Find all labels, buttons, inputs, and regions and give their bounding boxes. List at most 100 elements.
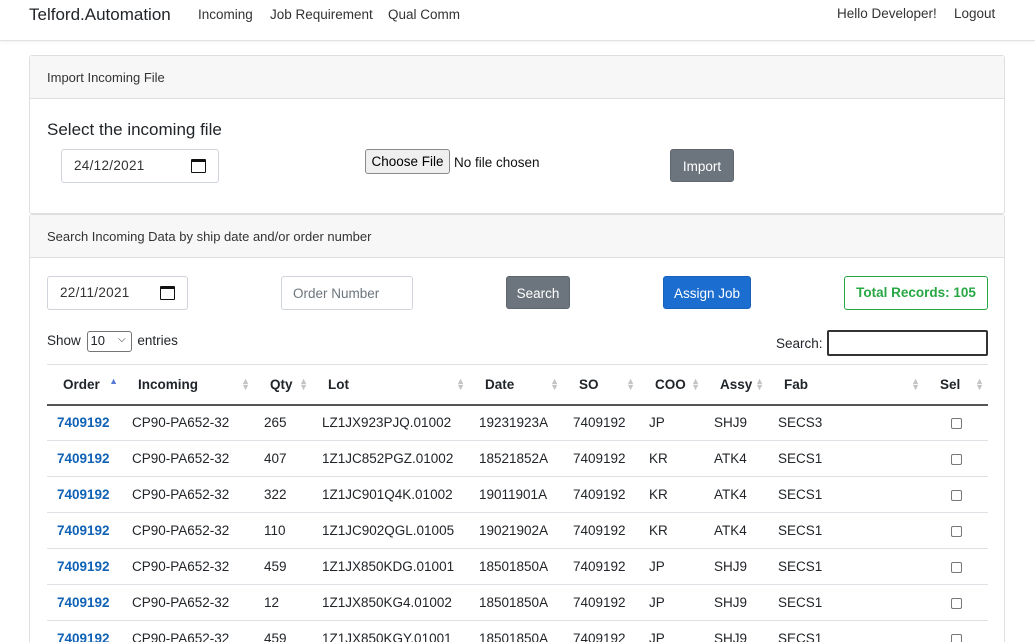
column-header-order[interactable]: Order ▲ xyxy=(47,364,122,406)
row-select-checkbox[interactable] xyxy=(950,561,962,573)
ship-date-input[interactable]: 22/11/2021 xyxy=(47,276,188,310)
order-cell: 7409192 xyxy=(47,512,122,549)
fab-cell: SECS1 xyxy=(768,620,924,642)
column-header-date[interactable]: Date ▲ ▼ xyxy=(469,364,563,406)
coo-cell: JP xyxy=(639,548,704,585)
total-records-badge: Total Records: 105 xyxy=(844,276,988,310)
select-cell xyxy=(924,440,988,477)
incoming-cell: CP90-PA652-32 xyxy=(122,476,254,513)
order-cell: 7409192 xyxy=(47,584,122,621)
lot-cell: 1Z1JC902QGL.01005 xyxy=(312,512,469,549)
qty-cell: 110 xyxy=(254,512,312,549)
qty-cell: 12 xyxy=(254,584,312,621)
table-row: 7409192 CP90-PA652-32 459 1Z1JX850KGY.01001… xyxy=(47,620,988,642)
coo-cell: KR xyxy=(639,512,704,549)
date-cell: 19231923A xyxy=(469,404,563,441)
table-row: 7409192 CP90-PA652-32 12 1Z1JX850KG4.01002 1… xyxy=(47,584,988,621)
assy-cell: SHJ9 xyxy=(704,584,768,621)
nav-link-job-requirement[interactable]: Job Requirement xyxy=(270,7,373,22)
incoming-cell: CP90-PA652-32 xyxy=(122,440,254,477)
qty-cell: 459 xyxy=(254,620,312,642)
table-row: 7409192 CP90-PA652-32 322 1Z1JC901Q4K.01002… xyxy=(47,476,988,513)
table-search-label: Search: xyxy=(776,336,823,351)
order-link[interactable]: 7409192 xyxy=(57,559,110,574)
order-number-input[interactable]: Order Number xyxy=(281,276,413,310)
row-select-checkbox[interactable] xyxy=(950,633,962,642)
select-cell xyxy=(924,476,988,513)
file-status-text: No file chosen xyxy=(454,155,540,170)
calendar-icon[interactable] xyxy=(160,286,175,300)
nav-link-qual-comm[interactable]: Qual Comm xyxy=(388,7,460,22)
lot-cell: LZ1JX923PJQ.01002 xyxy=(312,404,469,441)
chevron-down-icon: ⌵ xyxy=(117,334,126,345)
coo-cell: JP xyxy=(639,584,704,621)
order-link[interactable]: 7409192 xyxy=(57,415,110,430)
qty-cell: 322 xyxy=(254,476,312,513)
sort-icon: ▲ ▼ xyxy=(299,376,308,392)
fab-cell: SECS1 xyxy=(768,476,924,513)
so-cell: 7409192 xyxy=(563,476,639,513)
import-section-title: Select the incoming file xyxy=(47,120,222,139)
column-header-incoming[interactable]: Incoming ▲ ▼ xyxy=(122,364,254,406)
sort-icon: ▲ ▼ xyxy=(550,376,559,392)
column-header-lot[interactable]: Lot ▲ ▼ xyxy=(312,364,469,406)
assign-job-button[interactable]: Assign Job xyxy=(663,276,751,309)
import-card: Import Incoming File Select the incoming… xyxy=(29,55,1005,214)
select-cell xyxy=(924,512,988,549)
logout-link[interactable]: Logout xyxy=(954,6,995,21)
nav-link-incoming[interactable]: Incoming xyxy=(198,7,253,22)
column-header-qty[interactable]: Qty ▲ ▼ xyxy=(254,364,312,406)
order-link[interactable]: 7409192 xyxy=(57,595,110,610)
sort-icon: ▲ ▼ xyxy=(626,376,635,392)
column-header-sel[interactable]: Sel ▲ ▼ xyxy=(924,364,988,406)
lot-cell: 1Z1JX850KG4.01002 xyxy=(312,584,469,621)
incoming-cell: CP90-PA652-32 xyxy=(122,620,254,642)
sort-icon: ▲ ▼ xyxy=(911,376,920,392)
date-cell: 18501850A xyxy=(469,584,563,621)
import-date-input[interactable]: 24/12/2021 xyxy=(61,149,219,183)
incoming-cell: CP90-PA652-32 xyxy=(122,548,254,585)
order-link[interactable]: 7409192 xyxy=(57,631,110,642)
so-cell: 7409192 xyxy=(563,548,639,585)
choose-file-button[interactable]: Choose File xyxy=(365,149,450,174)
sort-icon: ▲ ▼ xyxy=(755,376,764,392)
sort-icon: ▲ ▼ xyxy=(975,376,984,392)
so-cell: 7409192 xyxy=(563,584,639,621)
date-cell: 18501850A xyxy=(469,620,563,642)
qty-cell: 459 xyxy=(254,548,312,585)
column-header-fab[interactable]: Fab ▲ ▼ xyxy=(768,364,924,406)
calendar-icon[interactable] xyxy=(191,159,206,173)
top-navbar: Telford.Automation Incoming Job Requirem… xyxy=(0,0,1035,41)
order-cell: 7409192 xyxy=(47,404,122,441)
date-cell: 18521852A xyxy=(469,440,563,477)
entries-select[interactable]: 10 ⌵ xyxy=(86,331,132,352)
row-select-checkbox[interactable] xyxy=(950,489,962,501)
search-card: Search Incoming Data by ship date and/or… xyxy=(29,214,1005,642)
sort-icon: ▲ ▼ xyxy=(456,376,465,392)
sort-icon: ▲ ▼ xyxy=(691,376,700,392)
date-cell: 18501850A xyxy=(469,548,563,585)
select-cell xyxy=(924,404,988,441)
row-select-checkbox[interactable] xyxy=(950,525,962,537)
ship-date-value: 22/11/2021 xyxy=(60,285,130,300)
column-header-coo[interactable]: COO ▲ ▼ xyxy=(639,364,704,406)
user-greeting[interactable]: Hello Developer! xyxy=(837,6,937,21)
order-link[interactable]: 7409192 xyxy=(57,523,110,538)
row-select-checkbox[interactable] xyxy=(950,597,962,609)
column-header-assy[interactable]: Assy ▲ ▼ xyxy=(704,364,768,406)
entries-length-control: Show 10 ⌵ entries xyxy=(47,331,178,352)
import-button[interactable]: Import xyxy=(670,149,734,182)
row-select-checkbox[interactable] xyxy=(950,453,962,465)
order-link[interactable]: 7409192 xyxy=(57,451,110,466)
order-link[interactable]: 7409192 xyxy=(57,487,110,502)
entries-select-value: 10 xyxy=(90,333,106,348)
table-body: 7409192 CP90-PA652-32 265 LZ1JX923PJQ.01002… xyxy=(47,404,988,642)
row-select-checkbox[interactable] xyxy=(950,418,962,430)
search-button[interactable]: Search xyxy=(506,276,570,309)
order-cell: 7409192 xyxy=(47,620,122,642)
brand-logo[interactable]: Telford.Automation xyxy=(29,5,171,25)
column-header-so[interactable]: SO ▲ ▼ xyxy=(563,364,639,406)
table-search-input[interactable] xyxy=(827,330,988,356)
coo-cell: KR xyxy=(639,476,704,513)
assy-cell: SHJ9 xyxy=(704,620,768,642)
